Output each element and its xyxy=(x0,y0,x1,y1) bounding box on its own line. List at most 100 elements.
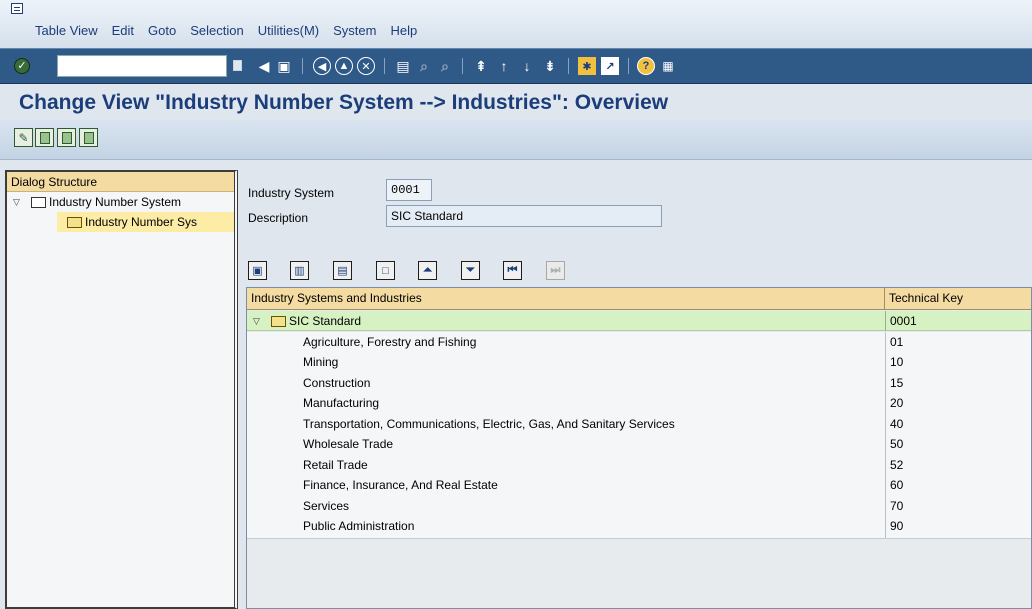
menu-goto[interactable]: Goto xyxy=(148,23,176,38)
row-key: 52 xyxy=(890,458,904,472)
delete-entries-icon[interactable] xyxy=(79,128,98,147)
previous-page-icon[interactable]: ↑ xyxy=(495,57,513,75)
dialog-structure-header: Dialog Structure xyxy=(7,172,234,192)
row-name: Services xyxy=(303,499,350,513)
next-page-icon[interactable]: ↓ xyxy=(518,57,536,75)
table-body: Agriculture, Forestry and Fishing 01 Min… xyxy=(247,332,1031,538)
back-arrow-icon[interactable]: ◀ xyxy=(313,57,331,75)
description-label: Description xyxy=(248,211,309,225)
save-icon[interactable]: ▣ xyxy=(275,57,293,75)
row-name: Construction xyxy=(303,376,371,390)
row-key: 60 xyxy=(890,478,904,492)
toolbar-separator xyxy=(302,58,303,74)
row-key: 01 xyxy=(890,335,904,349)
page-title: Change View "Industry Number System --> … xyxy=(19,91,669,114)
collapse-icon[interactable]: ▽ xyxy=(13,197,25,208)
row-name: Transportation, Communications, Electric… xyxy=(303,417,675,431)
system-menu-icon[interactable] xyxy=(11,3,23,14)
new-entry-icon[interactable]: □ xyxy=(376,261,395,280)
find-next-icon[interactable]: ⌕ xyxy=(436,57,454,75)
last-page-icon[interactable]: ⇟ xyxy=(541,57,559,75)
select-all-icon[interactable]: ▣ xyxy=(248,261,267,280)
expand-all-icon[interactable]: ⏶ xyxy=(418,261,437,280)
table-row[interactable]: Mining 10 xyxy=(247,352,1031,372)
description-field[interactable]: SIC Standard xyxy=(386,205,662,227)
table-row[interactable]: Retail Trade 52 xyxy=(247,455,1031,475)
tree-node-industry-number-system[interactable]: ▽ Industry Number System xyxy=(7,192,234,212)
industry-system-field[interactable]: 0001 xyxy=(386,179,432,201)
enter-icon[interactable]: ✓ xyxy=(14,58,30,74)
command-history-icon[interactable] xyxy=(233,60,242,71)
menu-edit[interactable]: Edit xyxy=(112,23,134,38)
create-session-icon[interactable]: ✱ xyxy=(578,57,596,75)
table-row[interactable]: Construction 15 xyxy=(247,373,1031,393)
help-icon[interactable]: ? xyxy=(637,57,655,75)
row-name: Finance, Insurance, And Real Estate xyxy=(303,478,498,492)
back-icon[interactable]: ◀ xyxy=(255,57,273,75)
column-header-key[interactable]: Technical Key xyxy=(885,288,1031,310)
open-folder-icon xyxy=(67,216,82,228)
open-folder-icon xyxy=(271,315,286,327)
industries-table: Industry Systems and Industries Technica… xyxy=(246,287,1032,609)
print-icon[interactable]: ▤ xyxy=(394,57,412,75)
folder-icon xyxy=(31,196,46,208)
menu-selection[interactable]: Selection xyxy=(190,23,243,38)
tree-node-label: Industry Number System xyxy=(49,195,182,209)
collapse-icon[interactable]: ▽ xyxy=(253,316,265,327)
row-key: 40 xyxy=(890,417,904,431)
display-change-icon[interactable]: ✎ xyxy=(14,128,33,147)
exit-icon[interactable]: ▲ xyxy=(335,57,353,75)
root-node: ▽ SIC Standard xyxy=(253,314,361,328)
row-key: 90 xyxy=(890,519,904,533)
menu-table-view[interactable]: Table View xyxy=(35,23,98,38)
tree-node-label: Industry Number Sys xyxy=(85,215,198,229)
row-name: Agriculture, Forestry and Fishing xyxy=(303,335,477,349)
menu-system[interactable]: System xyxy=(333,23,376,38)
row-key: 70 xyxy=(890,499,904,513)
details-icon[interactable]: ▤ xyxy=(333,261,352,280)
toolbar-separator xyxy=(462,58,463,74)
table-row[interactable]: Finance, Insurance, And Real Estate 60 xyxy=(247,475,1031,495)
menu-utilities[interactable]: Utilities(M) xyxy=(258,23,319,38)
copy-as-icon[interactable] xyxy=(57,128,76,147)
root-key: 0001 xyxy=(890,314,917,328)
toolbar-separator xyxy=(384,58,385,74)
find-icon[interactable]: ⌕ xyxy=(415,57,433,75)
standard-toolbar: ✓ ◀ ▣ ◀ ▲ ✕ ▤ ⌕ ⌕ ⇞ ↑ ↓ ⇟ ✱ ↗ ? ▦ xyxy=(0,48,1032,84)
table-row[interactable]: Agriculture, Forestry and Fishing 01 xyxy=(247,332,1031,352)
cancel-icon[interactable]: ✕ xyxy=(357,57,375,75)
column-header-name[interactable]: Industry Systems and Industries xyxy=(247,288,885,310)
row-name: Public Administration xyxy=(303,519,415,533)
toolbar-separator xyxy=(568,58,569,74)
shortcut-icon[interactable]: ↗ xyxy=(601,57,619,75)
first-entry-icon[interactable]: ⏮ xyxy=(503,261,522,280)
command-field[interactable] xyxy=(57,55,227,77)
layout-icon[interactable]: ▦ xyxy=(659,57,677,75)
table-row[interactable]: Wholesale Trade 50 xyxy=(247,434,1031,454)
collapse-all-icon[interactable]: ⏷ xyxy=(461,261,480,280)
tree-node-industry-number-sys[interactable]: Industry Number Sys xyxy=(57,212,234,232)
toolbar-separator xyxy=(628,58,629,74)
table-row[interactable]: Public Administration 90 xyxy=(247,516,1031,536)
row-name: Manufacturing xyxy=(303,396,380,410)
table-row[interactable]: Services 70 xyxy=(247,496,1031,516)
table-empty-area xyxy=(247,538,1031,608)
first-page-icon[interactable]: ⇞ xyxy=(472,57,490,75)
last-entry-icon[interactable]: ⏭ xyxy=(546,261,565,280)
root-label: SIC Standard xyxy=(289,314,362,328)
new-entries-icon[interactable] xyxy=(35,128,54,147)
menu-items: Table View Edit Goto Selection Utilities… xyxy=(35,23,417,38)
dialog-structure-pane: Dialog Structure ▽ Industry Number Syste… xyxy=(5,170,238,609)
menu-help[interactable]: Help xyxy=(390,23,417,38)
table-row[interactable]: Manufacturing 20 xyxy=(247,393,1031,413)
table-row-root[interactable]: ▽ SIC Standard 0001 xyxy=(247,311,1031,331)
row-key: 50 xyxy=(890,437,904,451)
row-key: 20 xyxy=(890,396,904,410)
row-name: Mining xyxy=(303,355,339,369)
row-key: 10 xyxy=(890,355,904,369)
menu-bar: Table View Edit Goto Selection Utilities… xyxy=(0,0,1032,48)
table-row[interactable]: Transportation, Communications, Electric… xyxy=(247,414,1031,434)
row-name: Wholesale Trade xyxy=(303,437,394,451)
delete-icon[interactable]: ▥ xyxy=(290,261,309,280)
main-area: Industry System 0001 Description SIC Sta… xyxy=(242,170,1032,609)
